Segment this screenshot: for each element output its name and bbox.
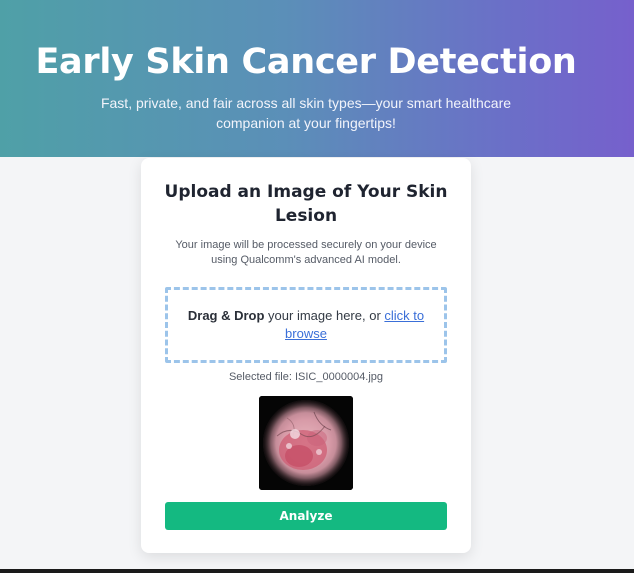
hero-banner: Early Skin Cancer Detection Fast, privat… — [0, 0, 634, 157]
hero-subtitle: Fast, private, and fair across all skin … — [100, 95, 512, 131]
dropzone-text: Drag & Drop your image here, or click to… — [178, 307, 434, 343]
skin-lesion-image — [259, 396, 353, 490]
image-dropzone[interactable]: Drag & Drop your image here, or click to… — [165, 287, 447, 363]
upload-card-title: Upload an Image of Your Skin Lesion — [164, 182, 448, 226]
upload-card: Upload an Image of Your Skin Lesion Your… — [141, 158, 471, 553]
analyze-button[interactable]: Analyze — [165, 502, 447, 530]
upload-card-description: Your image will be processed securely on… — [175, 239, 437, 266]
dropzone-strong-text: Drag & Drop — [187, 308, 265, 323]
image-preview — [259, 396, 353, 490]
bottom-edge-bar — [0, 569, 634, 573]
page-title: Early Skin Cancer Detection — [35, 42, 577, 82]
selected-file-label: Selected file: ISIC_0000004.jpg — [228, 371, 384, 383]
dropzone-middle-text: your image here, or — [264, 308, 385, 323]
